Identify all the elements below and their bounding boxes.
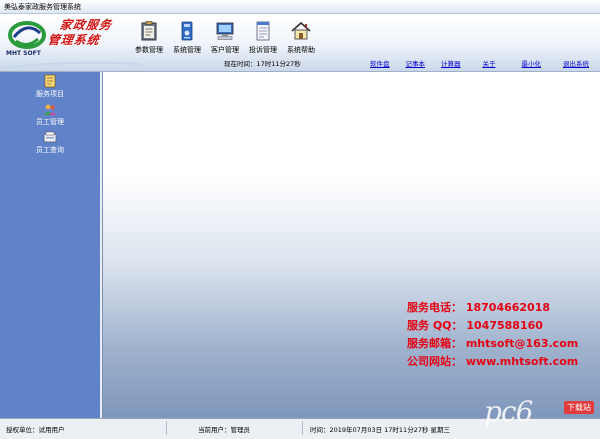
window-title: 美弘泰家政服务管理系统 [4, 3, 81, 11]
staff-icon [44, 104, 56, 115]
toolbar-complaint-button[interactable]: 投诉管理 [244, 17, 282, 61]
toolbar-help-button[interactable]: 系统帮助 [282, 17, 320, 61]
status-current-user: 当前用户：管理员 [198, 426, 250, 434]
status-divider [166, 421, 167, 435]
contact-info: 服务电话： 18704662018 服务 QQ： 1047588160 服务邮箱… [407, 299, 578, 371]
query-icon [43, 131, 57, 143]
toolbar-params-label: 参数管理 [135, 46, 163, 54]
service-icon [44, 74, 56, 88]
toolbar-help-label: 系统帮助 [287, 46, 315, 54]
sidebar: 服务项目 员工管理 员工查询 [0, 72, 100, 418]
brand-title: 家政服务 管理系统 [41, 18, 129, 60]
link-calculator[interactable]: 计算器 [441, 58, 461, 68]
toolbar-params-button[interactable]: 参数管理 [130, 17, 168, 61]
watermark-tag: 下载站 [564, 401, 594, 414]
brand-line-2: 管理系统 [46, 33, 101, 47]
toolbar-complaint-label: 投诉管理 [249, 46, 277, 54]
sidebar-item-service[interactable]: 服务项目 [0, 72, 100, 100]
sidebar-item-service-label: 服务项目 [36, 90, 64, 98]
watermark-text: pc6 [484, 395, 533, 428]
link-exit-system[interactable]: 退出系统 [563, 58, 589, 68]
system-icon [181, 21, 193, 41]
contact-email: 服务邮箱： mhtsoft@163.com [407, 337, 579, 350]
quick-links: 软件盘 记事本 计算器 关于 最小化 退出系统 [370, 58, 589, 68]
toolbar-customer-label: 客户管理 [211, 46, 239, 54]
status-divider [302, 421, 303, 435]
title-bar: 美弘泰家政服务管理系统 [0, 0, 600, 14]
main-content-area: 服务电话： 18704662018 服务 QQ： 1047588160 服务邮箱… [102, 72, 600, 418]
sidebar-item-query[interactable]: 员工查询 [0, 128, 100, 156]
contact-qq: 服务 QQ： 1047588160 [407, 319, 543, 332]
brand-line-1: 家政服务 [58, 18, 113, 32]
status-datetime: 时间：2019年07月03日 17时11分27秒 星期三 [310, 426, 451, 434]
main-toolbar: 参数管理 系统管理 客户管理 投诉管理 系统帮助 [130, 17, 320, 61]
toolbar-customer-button[interactable]: 客户管理 [206, 17, 244, 61]
link-about[interactable]: 关于 [483, 58, 496, 68]
pc6-watermark: pc6 下载站 [484, 397, 594, 431]
status-licensed-unit: 授权单位：试用用户 [6, 426, 65, 434]
link-minimize[interactable]: 最小化 [522, 58, 542, 68]
sidebar-item-staff-label: 员工管理 [36, 118, 64, 126]
current-time: 现在时间：17时11分27秒 [224, 60, 301, 68]
contact-phone: 服务电话： 18704662018 [407, 301, 551, 314]
document-icon [256, 21, 270, 41]
contact-website: 公司网站： www.mhtsoft.com [407, 355, 579, 368]
clipboard-icon [141, 21, 157, 41]
home-icon [291, 21, 311, 40]
computer-icon [216, 22, 234, 40]
header-banner: MHT SOFT 家政服务 管理系统 参数管理 系统管理 客户管理 投诉管理 系… [0, 14, 600, 72]
link-notepad[interactable]: 记事本 [406, 58, 426, 68]
link-soft-keyboard[interactable]: 软件盘 [370, 58, 390, 68]
toolbar-system-label: 系统管理 [173, 46, 201, 54]
time-bar: 现在时间：17时11分27秒 软件盘 记事本 计算器 关于 最小化 退出系统 [0, 56, 600, 69]
sidebar-item-query-label: 员工查询 [36, 146, 64, 154]
sidebar-item-staff[interactable]: 员工管理 [0, 100, 100, 128]
toolbar-system-button[interactable]: 系统管理 [168, 17, 206, 61]
